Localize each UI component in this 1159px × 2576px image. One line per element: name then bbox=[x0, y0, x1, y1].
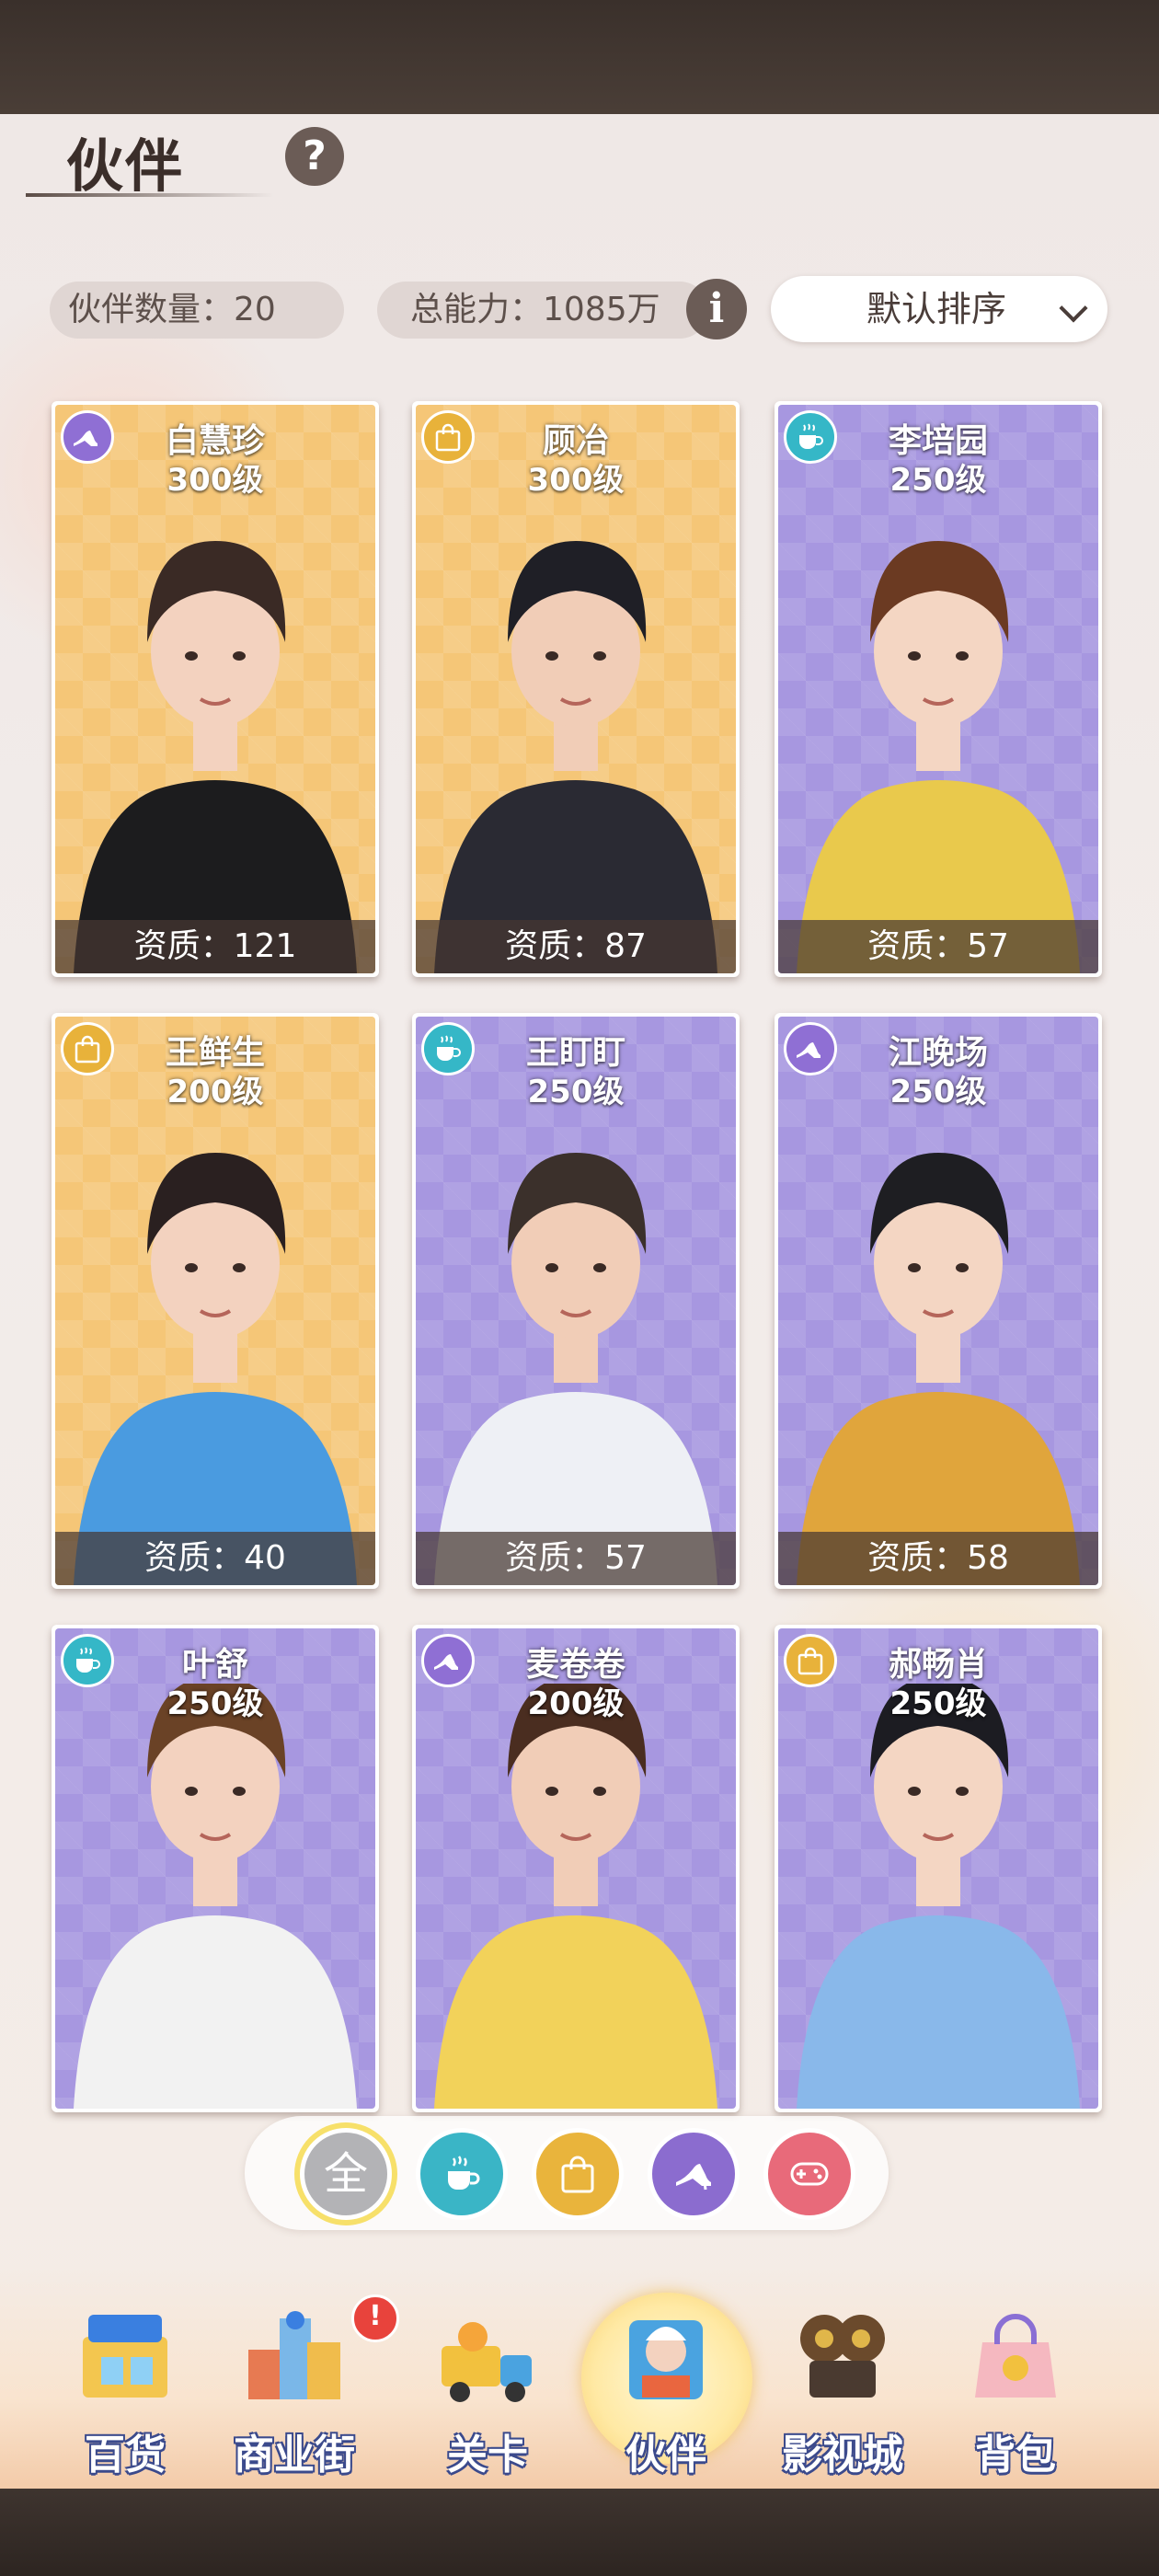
nav-item[interactable]: 关卡 bbox=[414, 2282, 561, 2478]
partner-portrait bbox=[55, 1072, 375, 1585]
partner-aptitude: 资质：121 bbox=[55, 920, 375, 973]
partner-card[interactable]: 叶舒 250级 bbox=[52, 1625, 379, 2112]
nav-item-label: 关卡 bbox=[447, 2432, 528, 2478]
partner-portrait bbox=[778, 460, 1098, 973]
info-icon[interactable]: i bbox=[686, 279, 747, 339]
page-title: 伙伴 bbox=[66, 132, 185, 200]
partner-card[interactable]: 郝畅肖 250级 bbox=[775, 1625, 1102, 2112]
card-background: 白慧珍 300级 资质：121 bbox=[55, 405, 375, 973]
partner-aptitude: 资质：87 bbox=[416, 920, 736, 973]
partner-level: 300级 bbox=[527, 462, 625, 499]
partner-level: 300级 bbox=[166, 462, 264, 499]
partner-portrait bbox=[55, 1684, 375, 2109]
film-city-icon bbox=[800, 2315, 885, 2398]
nav-item-label: 背包 bbox=[975, 2432, 1056, 2478]
partner-portrait bbox=[55, 460, 375, 973]
filter-game-button[interactable] bbox=[763, 2128, 855, 2220]
card-background: 麦卷卷 200级 bbox=[416, 1628, 736, 2109]
partner-level: 250级 bbox=[889, 462, 987, 499]
chevron-down-icon bbox=[1059, 293, 1088, 323]
partner-card[interactable]: 王盯盯 250级 资质：57 bbox=[412, 1013, 740, 1589]
partner-count: 伙伴数量：20 bbox=[50, 282, 344, 339]
partner-level: 250级 bbox=[166, 1685, 264, 1722]
filter-cup-button[interactable] bbox=[416, 2128, 508, 2220]
partner-aptitude: 资质：40 bbox=[55, 1532, 375, 1585]
partner-level: 250级 bbox=[889, 1074, 987, 1110]
nav-item-label: 百货 bbox=[85, 2432, 166, 2478]
nav-item[interactable]: 商业街 bbox=[221, 2282, 368, 2478]
nav-item[interactable]: 影视城 bbox=[769, 2282, 916, 2478]
question-mark-icon[interactable]: ? bbox=[285, 127, 344, 186]
nav-item-label: 影视城 bbox=[782, 2432, 903, 2478]
filter-all-label: 全 bbox=[323, 2148, 368, 2200]
title-underline bbox=[26, 193, 274, 197]
cup-icon bbox=[448, 2156, 480, 2190]
partner-card[interactable]: 麦卷卷 200级 bbox=[412, 1625, 740, 2112]
partner-card[interactable]: 顾冶 300级 资质：87 bbox=[412, 401, 740, 977]
backpack-icon bbox=[975, 2314, 1056, 2398]
partner-portrait bbox=[416, 1684, 736, 2109]
bottom-system-bar bbox=[0, 2489, 1159, 2576]
top-status-bar bbox=[0, 0, 1159, 114]
nav-item[interactable]: 背包 bbox=[942, 2282, 1089, 2478]
partner-icon bbox=[629, 2320, 703, 2399]
heel-icon bbox=[676, 2164, 711, 2191]
card-background: 叶舒 250级 bbox=[55, 1628, 375, 2109]
notification-badge: ! bbox=[351, 2294, 399, 2342]
truck-icon bbox=[442, 2322, 532, 2402]
partner-card[interactable]: 江晚场 250级 资质：58 bbox=[775, 1013, 1102, 1589]
partner-card[interactable]: 王鲜生 200级 资质：40 bbox=[52, 1013, 379, 1589]
card-background: 顾冶 300级 资质：87 bbox=[416, 405, 736, 973]
partner-level: 250级 bbox=[527, 1074, 625, 1110]
nav-item-label: 商业街 bbox=[234, 2432, 355, 2478]
nav-item-label: 伙伴 bbox=[625, 2432, 706, 2478]
card-background: 江晚场 250级 资质：58 bbox=[778, 1017, 1098, 1585]
partner-level: 200级 bbox=[166, 1074, 264, 1110]
partner-portrait bbox=[778, 1684, 1098, 2109]
gamepad-icon bbox=[790, 2162, 829, 2186]
filter-bag-button[interactable] bbox=[532, 2128, 624, 2220]
total-power: 总能力：1085万 bbox=[377, 282, 708, 339]
card-background: 李培园 250级 资质：57 bbox=[778, 405, 1098, 973]
bag-icon bbox=[561, 2156, 594, 2193]
card-background: 郝畅肖 250级 bbox=[778, 1628, 1098, 2109]
filter-all-button[interactable]: 全 bbox=[300, 2128, 392, 2220]
partner-card[interactable]: 白慧珍 300级 资质：121 bbox=[52, 401, 379, 977]
partner-portrait bbox=[416, 460, 736, 973]
filter-heel-button[interactable] bbox=[648, 2128, 740, 2220]
partner-level: 250级 bbox=[889, 1685, 987, 1722]
sort-dropdown[interactable]: 默认排序 bbox=[771, 276, 1107, 342]
partner-aptitude: 资质：57 bbox=[416, 1532, 736, 1585]
sort-selected: 默认排序 bbox=[866, 289, 1007, 329]
commercial-street-icon bbox=[248, 2311, 340, 2399]
partner-level: 200级 bbox=[527, 1685, 625, 1722]
partner-portrait bbox=[778, 1072, 1098, 1585]
partner-card[interactable]: 李培园 250级 资质：57 bbox=[775, 401, 1102, 977]
nav-item[interactable]: 百货 bbox=[52, 2282, 199, 2478]
partner-aptitude: 资质：57 bbox=[778, 920, 1098, 973]
card-background: 王鲜生 200级 资质：40 bbox=[55, 1017, 375, 1585]
partner-portrait bbox=[416, 1072, 736, 1585]
card-background: 王盯盯 250级 资质：57 bbox=[416, 1017, 736, 1585]
nav-item[interactable]: 伙伴 bbox=[592, 2282, 740, 2478]
department-store-icon bbox=[83, 2315, 167, 2398]
partner-aptitude: 资质：58 bbox=[778, 1532, 1098, 1585]
